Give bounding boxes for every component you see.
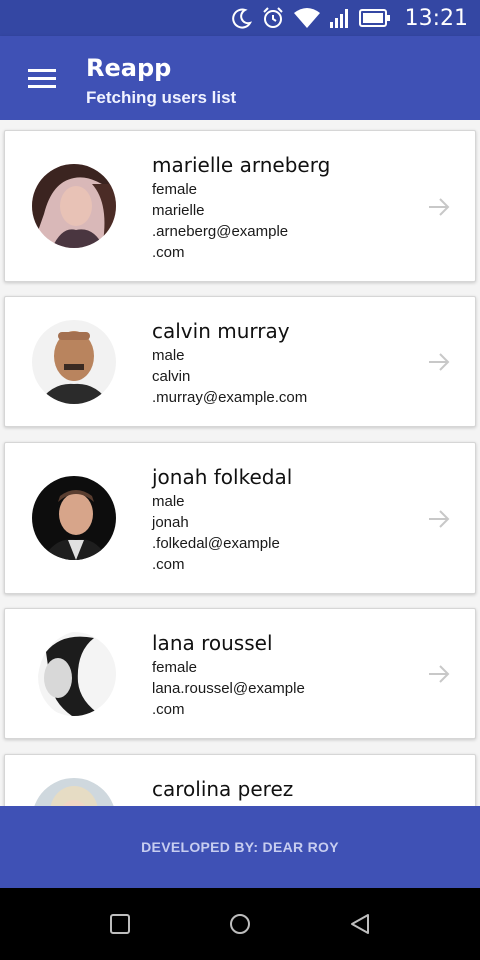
user-email-line: marielle bbox=[152, 202, 205, 219]
user-email-line: .com bbox=[152, 701, 185, 718]
arrow-right-icon[interactable] bbox=[427, 508, 451, 530]
recents-icon[interactable] bbox=[108, 912, 132, 936]
avatar bbox=[32, 164, 116, 248]
system-nav-bar bbox=[0, 888, 480, 960]
arrow-right-icon[interactable] bbox=[427, 196, 451, 218]
moon-icon bbox=[231, 8, 252, 29]
arrow-right-icon[interactable] bbox=[427, 663, 451, 685]
user-email-line: .folkedal@example bbox=[152, 535, 280, 552]
user-email-line: calvin bbox=[152, 368, 191, 385]
clock: 13:21 bbox=[404, 5, 468, 31]
avatar bbox=[32, 476, 116, 560]
back-icon[interactable] bbox=[348, 912, 372, 936]
user-card[interactable]: jonah folkedal male jonah .folkedal@exam… bbox=[4, 442, 476, 594]
user-card[interactable]: calvin murray male calvin .murray@exampl… bbox=[4, 296, 476, 427]
user-name: marielle arneberg bbox=[152, 153, 331, 177]
user-card[interactable]: lana roussel female lana.roussel@example… bbox=[4, 608, 476, 739]
alarm-icon bbox=[262, 7, 283, 28]
user-gender: female bbox=[152, 181, 198, 198]
arrow-right-icon[interactable] bbox=[427, 351, 451, 373]
user-email-line: .murray@example.com bbox=[152, 389, 308, 406]
user-email-line: .com bbox=[152, 556, 185, 573]
user-email-line: lana.roussel@example bbox=[152, 680, 305, 697]
user-email-line: jonah bbox=[152, 514, 189, 531]
wifi-icon bbox=[293, 8, 320, 28]
user-name: jonah folkedal bbox=[152, 465, 293, 489]
users-list[interactable]: marielle arneberg female marielle .arneb… bbox=[0, 120, 480, 806]
user-gender: female bbox=[152, 659, 198, 676]
user-gender: male bbox=[152, 493, 185, 510]
home-icon[interactable] bbox=[228, 912, 252, 936]
user-gender: male bbox=[152, 347, 185, 364]
user-email-line: .com bbox=[152, 244, 185, 261]
app-title: Reapp bbox=[86, 54, 172, 82]
status-bar: 13:21 bbox=[0, 0, 480, 36]
avatar bbox=[32, 778, 116, 806]
battery-icon bbox=[358, 9, 390, 27]
user-card[interactable]: carolina perez bbox=[4, 754, 476, 806]
user-name: lana roussel bbox=[152, 631, 273, 655]
avatar bbox=[32, 320, 116, 404]
user-email-line: .arneberg@example bbox=[152, 223, 289, 240]
user-name: carolina perez bbox=[152, 777, 294, 801]
menu-icon[interactable] bbox=[28, 69, 56, 89]
app-bar: Reapp Fetching users list bbox=[0, 36, 480, 120]
app-subtitle: Fetching users list bbox=[86, 88, 237, 107]
user-card[interactable]: marielle arneberg female marielle .arneb… bbox=[4, 130, 476, 282]
user-name: calvin murray bbox=[152, 319, 290, 343]
avatar bbox=[32, 632, 116, 716]
footer: DEVELOPED BY: DEAR ROY bbox=[0, 806, 480, 888]
signal-icon bbox=[329, 9, 348, 28]
footer-text: DEVELOPED BY: DEAR ROY bbox=[141, 839, 339, 855]
